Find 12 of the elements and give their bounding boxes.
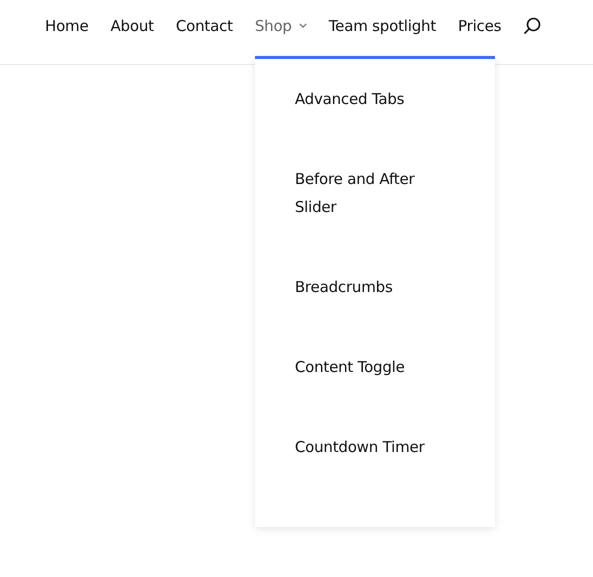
nav-link[interactable]: Team spotlight (328, 16, 436, 34)
menu-item[interactable]: Breadcrumbs (254, 246, 495, 326)
menu-item[interactable]: Before and After Slider (254, 138, 495, 246)
menu-item[interactable]: Advanced Tabs (254, 58, 495, 138)
nav-link[interactable]: Shop (254, 16, 307, 34)
nav-link[interactable]: Contact (176, 16, 233, 34)
search-icon[interactable] (523, 16, 542, 34)
nav-link[interactable]: Home (45, 16, 88, 34)
menu-item[interactable]: Countdown Timer (254, 406, 495, 486)
nav-link[interactable]: About (110, 16, 154, 34)
menu-item[interactable]: Content Toggle (254, 326, 495, 406)
nav-link[interactable]: Prices (458, 16, 502, 34)
